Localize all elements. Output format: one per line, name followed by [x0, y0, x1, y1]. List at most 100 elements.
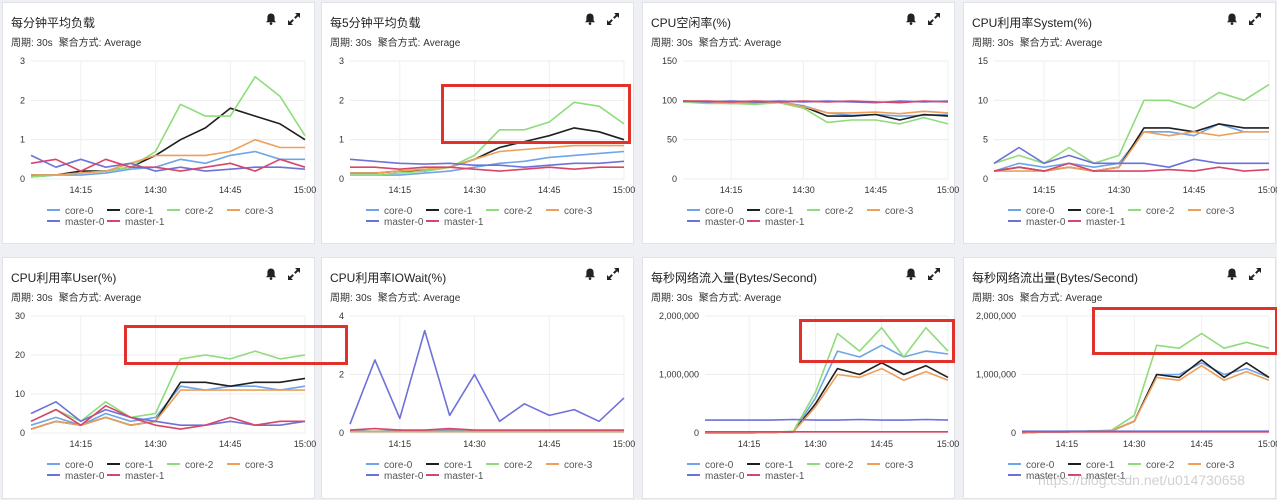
legend-label: core-1 — [765, 206, 794, 217]
legend-item-master-1[interactable]: master-1 — [426, 471, 483, 483]
y-tick-label: 1,000,000 — [659, 370, 699, 380]
legend-item-master-1[interactable]: master-1 — [426, 217, 483, 229]
legend-swatch — [47, 220, 60, 223]
legend-swatch — [366, 463, 379, 466]
legend-item-master-1[interactable]: master-1 — [1068, 217, 1125, 229]
legend-swatch — [47, 209, 60, 212]
legend-item-core-3[interactable]: core-3 — [1188, 206, 1234, 218]
legend-swatch — [366, 474, 379, 477]
legend-label: core-2 — [825, 206, 854, 217]
legend-item-core-2[interactable]: core-2 — [807, 206, 853, 218]
legend-label: core-3 — [885, 460, 914, 471]
legend-item-core-2[interactable]: core-2 — [1128, 460, 1174, 472]
x-tick-label: 15:00 — [613, 185, 636, 195]
legend-label: master-1 — [125, 217, 165, 228]
legend-item-master-1[interactable]: master-1 — [747, 217, 804, 229]
legend-label: core-3 — [564, 206, 593, 217]
chart-panel: CPU空闲率(%) 周期: 30s 聚合方式: Average 0 50 100 150 14… — [642, 2, 959, 244]
legend-swatch — [1008, 220, 1021, 223]
legend-item-master-1[interactable]: master-1 — [107, 217, 164, 229]
legend-item-core-3[interactable]: core-3 — [546, 460, 592, 472]
legend-item-master-0[interactable]: master-0 — [366, 471, 423, 483]
x-tick-label: 14:45 — [1190, 439, 1213, 449]
legend-item-core-2[interactable]: core-2 — [167, 460, 213, 472]
legend-swatch — [1188, 209, 1201, 212]
legend-swatch — [747, 209, 760, 212]
legend-item-master-0[interactable]: master-0 — [687, 471, 744, 483]
x-tick-label: 15:00 — [937, 185, 960, 195]
y-tick-label: 1 — [20, 135, 25, 145]
legend-item-core-2[interactable]: core-2 — [1128, 206, 1174, 218]
legend-swatch — [807, 463, 820, 466]
legend-item-core-2[interactable]: core-2 — [807, 460, 853, 472]
legend-swatch — [747, 463, 760, 466]
x-tick-label: 15:00 — [294, 185, 317, 195]
x-tick-label: 14:15 — [70, 439, 93, 449]
legend-swatch — [1128, 209, 1141, 212]
legend-item-master-0[interactable]: master-0 — [687, 217, 744, 229]
legend-item-master-0[interactable]: master-0 — [47, 471, 104, 483]
y-tick-label: 5 — [983, 135, 988, 145]
legend-label: core-2 — [825, 460, 854, 471]
legend-item-core-2[interactable]: core-2 — [167, 206, 213, 218]
legend-swatch — [1008, 209, 1021, 212]
legend-item-master-1[interactable]: master-1 — [107, 471, 164, 483]
legend-item-master-0[interactable]: master-0 — [366, 217, 423, 229]
legend-swatch — [107, 474, 120, 477]
chart-panel: 每秒网络流出量(Bytes/Second) 周期: 30s 聚合方式: Averag… — [963, 257, 1277, 499]
legend-swatch — [426, 463, 439, 466]
y-tick-label: 0 — [339, 174, 344, 184]
legend-swatch — [546, 209, 559, 212]
chart-panel: CPU利用率User(%) 周期: 30s 聚合方式: Average 0 10 20 30… — [2, 257, 316, 499]
x-tick-label: 14:45 — [538, 185, 561, 195]
legend-item-core-3[interactable]: core-3 — [227, 460, 273, 472]
x-tick-label: 14:30 — [1108, 185, 1131, 195]
y-tick-label: 0 — [1011, 428, 1016, 438]
legend-label: core-3 — [1206, 206, 1235, 217]
y-tick-label: 3 — [20, 56, 25, 66]
x-tick-label: 14:15 — [389, 185, 412, 195]
x-tick-label: 15:00 — [1258, 185, 1277, 195]
x-tick-label: 14:30 — [1123, 439, 1146, 449]
legend-item-master-0[interactable]: master-0 — [1008, 217, 1065, 229]
legend-label: core-1 — [444, 206, 473, 217]
legend-item-master-0[interactable]: master-0 — [47, 217, 104, 229]
chart-panel: 每分钟平均负载 周期: 30s 聚合方式: Average 0 1 2 3 14:15 14:3… — [2, 2, 317, 244]
legend-swatch — [687, 220, 700, 223]
legend-label: core-2 — [185, 460, 214, 471]
legend-label: core-2 — [504, 206, 533, 217]
legend-label: core-0 — [1026, 206, 1055, 217]
legend-swatch — [1008, 474, 1021, 477]
legend-item-core-3[interactable]: core-3 — [867, 460, 913, 472]
legend-swatch — [486, 209, 499, 212]
series-line-master-0 — [705, 418, 949, 421]
y-tick-label: 0 — [20, 428, 25, 438]
y-tick-label: 15 — [978, 56, 988, 66]
x-tick-label: 15:00 — [937, 439, 960, 449]
legend-label: master-1 — [125, 471, 165, 482]
legend-item-core-3[interactable]: core-3 — [1188, 460, 1234, 472]
legend-swatch — [687, 474, 700, 477]
legend-swatch — [47, 474, 60, 477]
legend-item-core-2[interactable]: core-2 — [486, 206, 532, 218]
legend-item-master-1[interactable]: master-1 — [747, 471, 804, 483]
x-tick-label: 14:15 — [1033, 185, 1056, 195]
legend-item-core-3[interactable]: core-3 — [546, 206, 592, 218]
x-tick-label: 14:30 — [463, 185, 486, 195]
x-tick-label: 14:45 — [219, 185, 242, 195]
legend-label: master-0 — [384, 217, 424, 228]
series-line-master-0 — [349, 329, 625, 425]
legend-swatch — [366, 220, 379, 223]
x-tick-label: 14:30 — [792, 185, 815, 195]
legend-label: core-0 — [1026, 460, 1055, 471]
legend-swatch — [486, 463, 499, 466]
legend-item-core-2[interactable]: core-2 — [486, 460, 532, 472]
legend-swatch — [1188, 463, 1201, 466]
legend-item-core-3[interactable]: core-3 — [867, 206, 913, 218]
x-tick-label: 15:00 — [1258, 439, 1277, 449]
x-tick-label: 14:45 — [219, 439, 242, 449]
legend-item-core-3[interactable]: core-3 — [227, 206, 273, 218]
y-tick-label: 150 — [662, 56, 677, 66]
legend-label: core-1 — [444, 460, 473, 471]
x-tick-label: 14:15 — [720, 185, 743, 195]
